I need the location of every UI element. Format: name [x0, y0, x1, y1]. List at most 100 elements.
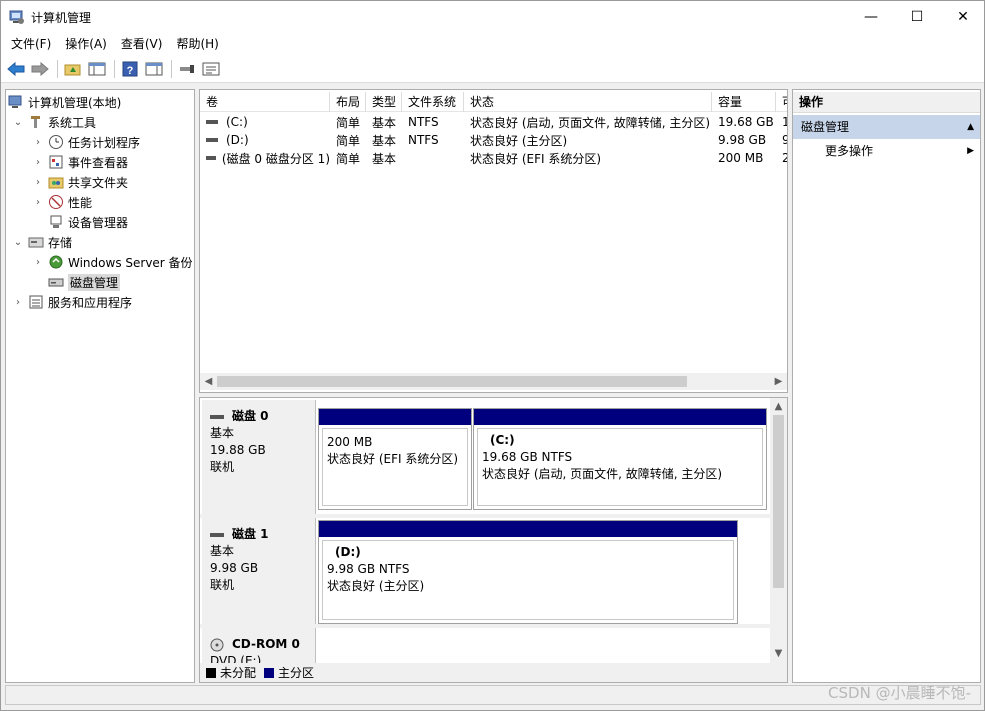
tree-item-disk-management[interactable]: 磁盘管理: [48, 272, 121, 292]
disk-0-label[interactable]: 磁盘 0 基本 19.88 GB 联机: [202, 400, 316, 514]
action-section-disk-management[interactable]: 磁盘管理 ▲: [793, 115, 980, 139]
menu-action[interactable]: 操作(A): [59, 32, 113, 56]
disk-1-label[interactable]: 磁盘 1 基本 9.98 GB 联机: [202, 518, 316, 624]
tree-item-storage[interactable]: ⌄ 存储: [12, 232, 72, 252]
cell-layout: 简单: [336, 151, 361, 166]
close-button[interactable]: ✕: [940, 1, 985, 32]
menu-help[interactable]: 帮助(H): [170, 32, 224, 56]
vertical-scrollbar[interactable]: ▲ ▼: [770, 398, 787, 663]
connect-icon[interactable]: [176, 58, 198, 80]
back-arrow-icon[interactable]: [5, 58, 27, 80]
table-row[interactable]: (D:) 简单 基本 NTFS 状态良好 (主分区) 9.98 GB 9: [200, 131, 787, 149]
legend-swatch: [264, 667, 275, 678]
tree-item-label: 事件查看器: [68, 155, 129, 170]
chevron-right-icon[interactable]: ›: [12, 297, 24, 308]
minimize-button[interactable]: —: [848, 1, 894, 32]
cell-filesystem: NTFS: [408, 115, 439, 129]
tree-item-event-viewer[interactable]: › 事件查看器: [32, 152, 128, 172]
maximize-button[interactable]: ☐: [894, 1, 940, 32]
scroll-up-icon[interactable]: ▲: [770, 398, 787, 415]
help-icon[interactable]: ?: [119, 58, 141, 80]
show-hide-tree-icon[interactable]: [86, 58, 108, 80]
toolbar-separator: [57, 60, 58, 78]
horizontal-scrollbar[interactable]: ◀ ▶: [200, 373, 787, 390]
menu-view[interactable]: 查看(V): [115, 32, 169, 56]
show-hide-action-icon[interactable]: [143, 58, 165, 80]
properties-icon[interactable]: [200, 58, 222, 80]
chevron-right-icon[interactable]: ›: [32, 197, 44, 208]
disk-status: 联机: [210, 578, 235, 592]
partition-c[interactable]: (C:) 19.68 GB NTFS 状态良好 (启动, 页面文件, 故障转储,…: [473, 408, 767, 510]
menu-file[interactable]: 文件(F): [5, 32, 57, 56]
collapse-up-icon[interactable]: ▲: [967, 115, 974, 139]
disk-management-icon: [48, 278, 64, 287]
chevron-right-icon[interactable]: ›: [32, 177, 44, 188]
tree-item-task-scheduler[interactable]: › 任务计划程序: [32, 132, 140, 152]
tree-item-label: 存储: [48, 235, 73, 250]
column-header-layout[interactable]: 布局: [330, 92, 366, 112]
cell-layout: 简单: [336, 133, 361, 148]
disk-status: 联机: [210, 460, 235, 474]
column-header-volume[interactable]: 卷: [200, 92, 330, 112]
disk-size: 9.98 GB: [210, 561, 259, 575]
chevron-right-icon[interactable]: ›: [32, 157, 44, 168]
legend-label: 主分区: [278, 666, 315, 680]
scroll-down-icon[interactable]: ▼: [770, 645, 787, 662]
up-folder-icon[interactable]: [62, 58, 84, 80]
volume-list: 卷 布局 类型 文件系统 状态 容量 可 (C:) 简单 基本 NTFS 状态良…: [199, 89, 788, 393]
partition-size: 200 MB: [327, 435, 373, 449]
table-row[interactable]: (磁盘 0 磁盘分区 1) 简单 基本 状态良好 (EFI 系统分区) 200 …: [200, 149, 787, 167]
action-more-actions[interactable]: 更多操作 ▶: [793, 140, 980, 162]
partition-efi[interactable]: 200 MB 状态良好 (EFI 系统分区): [318, 408, 472, 510]
table-row[interactable]: (C:) 简单 基本 NTFS 状态良好 (启动, 页面文件, 故障转储, 主分…: [200, 113, 787, 131]
scroll-left-icon[interactable]: ◀: [200, 373, 217, 390]
backup-icon: [49, 255, 63, 269]
chevron-right-icon[interactable]: ›: [32, 137, 44, 148]
scroll-right-icon[interactable]: ▶: [770, 373, 787, 390]
scrollbar-thumb[interactable]: [773, 415, 784, 588]
tree-item-device-manager[interactable]: 设备管理器: [48, 212, 128, 232]
tree-item-root[interactable]: 计算机管理(本地): [8, 92, 121, 112]
volume-icon: [206, 138, 218, 142]
toolbar-separator: [171, 60, 172, 78]
column-header-capacity[interactable]: 容量: [712, 92, 776, 112]
legend-label: 未分配: [220, 666, 257, 680]
partition-name: (D:): [335, 545, 361, 559]
tree-item-windows-server-backup[interactable]: › Windows Server 备份: [32, 252, 193, 272]
disk-size: 19.88 GB: [210, 443, 266, 457]
chevron-down-icon[interactable]: ⌄: [12, 237, 24, 248]
cell-filesystem: NTFS: [408, 133, 439, 147]
cell-capacity: 9.98 GB: [718, 133, 767, 147]
scrollbar-thumb[interactable]: [217, 376, 687, 387]
toolbar-separator: [114, 60, 115, 78]
column-header-free[interactable]: 可: [776, 92, 787, 112]
clock-icon: [49, 135, 63, 149]
tree-item-performance[interactable]: › 性能: [32, 192, 92, 212]
partition-d[interactable]: (D:) 9.98 GB NTFS 状态良好 (主分区): [318, 520, 738, 624]
performance-icon: [49, 195, 63, 209]
cell-type: 基本: [372, 133, 397, 148]
disk-name: CD-ROM 0: [232, 637, 300, 651]
chevron-right-icon[interactable]: ›: [32, 257, 44, 268]
chevron-down-icon[interactable]: ⌄: [12, 117, 24, 128]
window-title: 计算机管理: [31, 11, 92, 25]
menu-bar: 文件(F) 操作(A) 查看(V) 帮助(H): [1, 32, 984, 56]
volume-list-header: 卷 布局 类型 文件系统 状态 容量 可: [200, 92, 787, 112]
column-header-filesystem[interactable]: 文件系统: [402, 92, 464, 112]
partition-name: (C:): [490, 433, 515, 447]
column-header-type[interactable]: 类型: [366, 92, 402, 112]
forward-arrow-icon[interactable]: [29, 58, 51, 80]
cell-type: 基本: [372, 151, 397, 166]
tree-item-services-apps[interactable]: › 服务和应用程序: [12, 292, 132, 312]
tree-item-label: 任务计划程序: [68, 135, 141, 150]
partition-status: 状态良好 (启动, 页面文件, 故障转储, 主分区): [482, 467, 723, 481]
cell-free: 1: [776, 115, 787, 129]
cdrom-0-label[interactable]: CD-ROM 0 DVD (E:): [202, 628, 316, 664]
tree-item-system-tools[interactable]: ⌄ 系统工具: [12, 112, 96, 132]
tree-item-shared-folders[interactable]: › 共享文件夹: [32, 172, 128, 192]
legend-unallocated: 未分配: [206, 664, 256, 681]
cell-status: 状态良好 (EFI 系统分区): [470, 151, 602, 166]
computer-management-icon: [9, 10, 24, 24]
watermark-text: CSDN @小晨睡不饱-: [828, 684, 971, 702]
column-header-status[interactable]: 状态: [464, 92, 712, 112]
